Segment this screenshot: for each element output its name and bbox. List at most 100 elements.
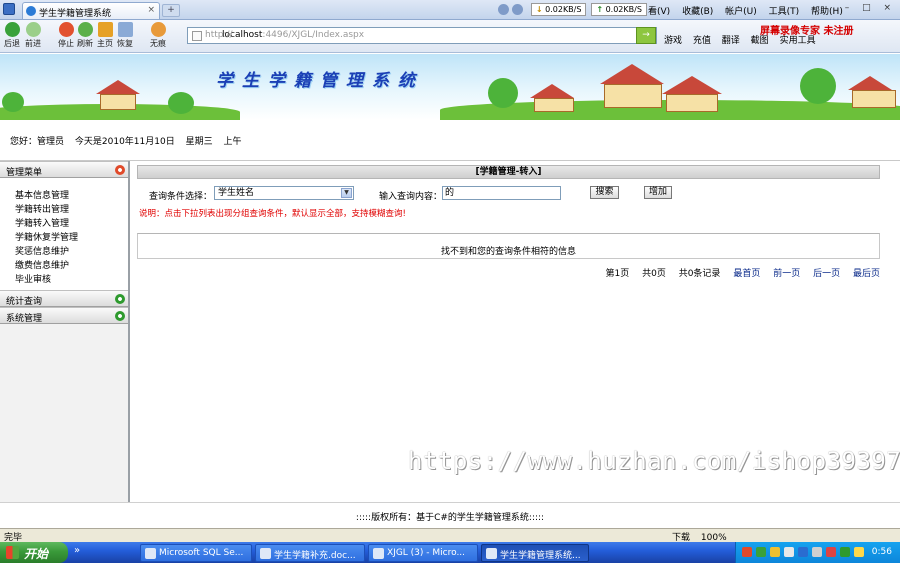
right-tools: 游戏 充值 翻译 截图 实用工具 bbox=[664, 33, 824, 46]
browser-toolbar: 后退 前进 停止 刷新 主页 恢复 无痕 http:// localhost:4… bbox=[0, 20, 900, 53]
shield-icon[interactable] bbox=[840, 547, 850, 557]
go-button[interactable]: → bbox=[636, 27, 656, 44]
speed-widget: ↓ 0.02KB/S ↑ 0.02KB/S bbox=[498, 3, 647, 16]
panel-title: [学籍管理-转入] bbox=[137, 165, 880, 179]
taskbar-item-doc[interactable]: 学生学籍补充.doc... bbox=[255, 544, 365, 562]
app-icon bbox=[373, 548, 384, 559]
tray-icon[interactable] bbox=[784, 547, 794, 557]
start-label: 开始 bbox=[24, 547, 49, 561]
tray-icon[interactable] bbox=[826, 547, 836, 557]
house-decoration bbox=[852, 90, 896, 108]
home-icon bbox=[97, 22, 113, 37]
restore-button[interactable]: 恢复 bbox=[115, 22, 135, 49]
tool-screenshot[interactable]: 截图 bbox=[751, 36, 769, 46]
greeting: 您好：管理员 bbox=[10, 137, 65, 147]
condition-select[interactable]: 学生姓名 ▼ bbox=[214, 186, 354, 200]
main-panel: [学籍管理-转入] 查询条件选择： 学生姓名 ▼ 输入查询内容： 的 搜索 增加… bbox=[137, 165, 880, 465]
menu-help[interactable]: 帮助(H) bbox=[811, 7, 843, 17]
stop-button[interactable]: 停止 bbox=[56, 22, 76, 49]
menu-account[interactable]: 帐户(U) bbox=[725, 7, 757, 17]
menu-view[interactable]: 看(V) bbox=[648, 7, 670, 17]
roof-decoration bbox=[96, 80, 140, 94]
refresh-label: 刷新 bbox=[77, 39, 93, 48]
system-tray: 0:56 bbox=[735, 542, 900, 563]
back-button[interactable]: 后退 bbox=[2, 22, 22, 49]
menu-favorites[interactable]: 收藏(B) bbox=[682, 7, 713, 17]
stop-icon bbox=[58, 22, 74, 37]
tray-icon[interactable] bbox=[798, 547, 808, 557]
forward-label: 前进 bbox=[25, 39, 41, 48]
condition-value: 学生姓名 bbox=[218, 188, 255, 198]
hint-text: 说明：点击下拉列表出现分组查询条件，默认显示全部，支持模糊查询! bbox=[139, 209, 406, 219]
start-button[interactable]: 开始 bbox=[0, 542, 68, 563]
sidebar-item-fees[interactable]: 缴费信息维护 bbox=[15, 258, 128, 272]
menu-tools[interactable]: 工具(T) bbox=[769, 7, 800, 17]
speaker-icon[interactable] bbox=[812, 547, 822, 557]
sidebar-section-system[interactable]: 系统管理 bbox=[0, 307, 128, 324]
taskbar-item-sql[interactable]: Microsoft SQL Se... bbox=[140, 544, 252, 562]
forward-button[interactable]: 前进 bbox=[23, 22, 43, 49]
expand-icon[interactable] bbox=[115, 311, 125, 321]
tool-translate[interactable]: 翻译 bbox=[722, 36, 740, 46]
sidebar-item-suspend-resume[interactable]: 学籍休复学管理 bbox=[15, 230, 128, 244]
sidebar-item-transfer-in[interactable]: 学籍转入管理 bbox=[15, 216, 128, 230]
chevron-down-icon[interactable]: ▼ bbox=[341, 188, 352, 198]
sidebar-item-basic-info[interactable]: 基本信息管理 bbox=[15, 188, 128, 202]
back-arrow-icon bbox=[4, 22, 20, 37]
pager-total-records: 共0条记录 bbox=[678, 269, 721, 279]
sidebar-item-rewards[interactable]: 奖惩信息维护 bbox=[15, 244, 128, 258]
roof-decoration bbox=[600, 64, 664, 84]
sidebar-section-management[interactable]: 管理菜单 bbox=[0, 161, 128, 178]
taskbar-item-vs[interactable]: XJGL (3) - Micro... bbox=[368, 544, 478, 562]
tray-icon[interactable] bbox=[756, 547, 766, 557]
sidebar-section-statistics[interactable]: 统计查询 bbox=[0, 290, 128, 307]
tab-close-icon[interactable]: × bbox=[147, 5, 155, 15]
address-bar[interactable]: http:// localhost:4496/XJGL/Index.aspx bbox=[187, 27, 657, 44]
tray-icon[interactable] bbox=[854, 547, 864, 557]
sidebar-item-graduation[interactable]: 毕业审核 bbox=[15, 272, 128, 286]
download-speed-value: 0.02KB/S bbox=[545, 5, 582, 14]
tab-active[interactable]: 学生学籍管理系统 × bbox=[22, 2, 160, 19]
user-info-line: 您好：管理员 今天是2010年11月10日 星期三 上午 bbox=[10, 134, 249, 147]
empty-result-message: 找不到和您的查询条件相符的信息 bbox=[440, 247, 576, 257]
pager-next-link[interactable]: 后一页 bbox=[813, 269, 840, 279]
add-button[interactable]: 增加 bbox=[644, 186, 672, 199]
home-button[interactable]: 主页 bbox=[95, 22, 115, 49]
condition-label: 查询条件选择： bbox=[149, 192, 213, 202]
pager-first-link[interactable]: 最首页 bbox=[733, 269, 760, 279]
incognito-button[interactable]: 无痕 bbox=[148, 22, 168, 49]
sidebar-item-transfer-out[interactable]: 学籍转出管理 bbox=[15, 202, 128, 216]
expand-icon[interactable] bbox=[115, 294, 125, 304]
tray-icon[interactable] bbox=[742, 547, 752, 557]
window-controls[interactable]: – □ × bbox=[845, 3, 896, 13]
taskbar-item-browser[interactable]: 学生学籍管理系统... bbox=[481, 544, 589, 562]
circle-button-icon[interactable] bbox=[512, 4, 523, 15]
windows-logo-icon bbox=[6, 546, 19, 559]
tree-decoration bbox=[800, 68, 836, 104]
sidebar-section-title: 系统管理 bbox=[6, 314, 43, 324]
pager-prev-link[interactable]: 前一页 bbox=[773, 269, 800, 279]
browser-app-icon[interactable] bbox=[3, 3, 15, 15]
keyword-input[interactable]: 的 bbox=[442, 186, 561, 200]
upload-speed: ↑ 0.02KB/S bbox=[591, 3, 647, 16]
search-button[interactable]: 搜索 bbox=[590, 186, 619, 199]
clock[interactable]: 0:56 bbox=[872, 547, 892, 557]
refresh-button[interactable]: 刷新 bbox=[75, 22, 95, 49]
new-tab-button[interactable]: + bbox=[162, 4, 180, 17]
ie-page-icon bbox=[26, 6, 36, 16]
circle-button-icon[interactable] bbox=[498, 4, 509, 15]
tool-games[interactable]: 游戏 bbox=[664, 36, 682, 46]
menu-bar: 看(V) 收藏(B) 帐户(U) 工具(T) 帮助(H) bbox=[648, 4, 852, 17]
tool-utilities[interactable]: 实用工具 bbox=[780, 36, 816, 46]
pager: 第1页 共0页 共0条记录 最首页 前一页 后一页 最后页 bbox=[137, 266, 880, 279]
tool-recharge[interactable]: 充值 bbox=[693, 36, 711, 46]
pager-last-link[interactable]: 最后页 bbox=[853, 269, 880, 279]
page-icon bbox=[192, 31, 202, 41]
house-decoration bbox=[100, 94, 136, 110]
collapse-icon[interactable] bbox=[115, 165, 125, 175]
quick-launch-more[interactable]: » bbox=[74, 545, 80, 556]
roof-decoration bbox=[662, 76, 722, 94]
tray-icon[interactable] bbox=[770, 547, 780, 557]
refresh-icon bbox=[77, 22, 93, 37]
forward-arrow-icon bbox=[25, 22, 41, 37]
